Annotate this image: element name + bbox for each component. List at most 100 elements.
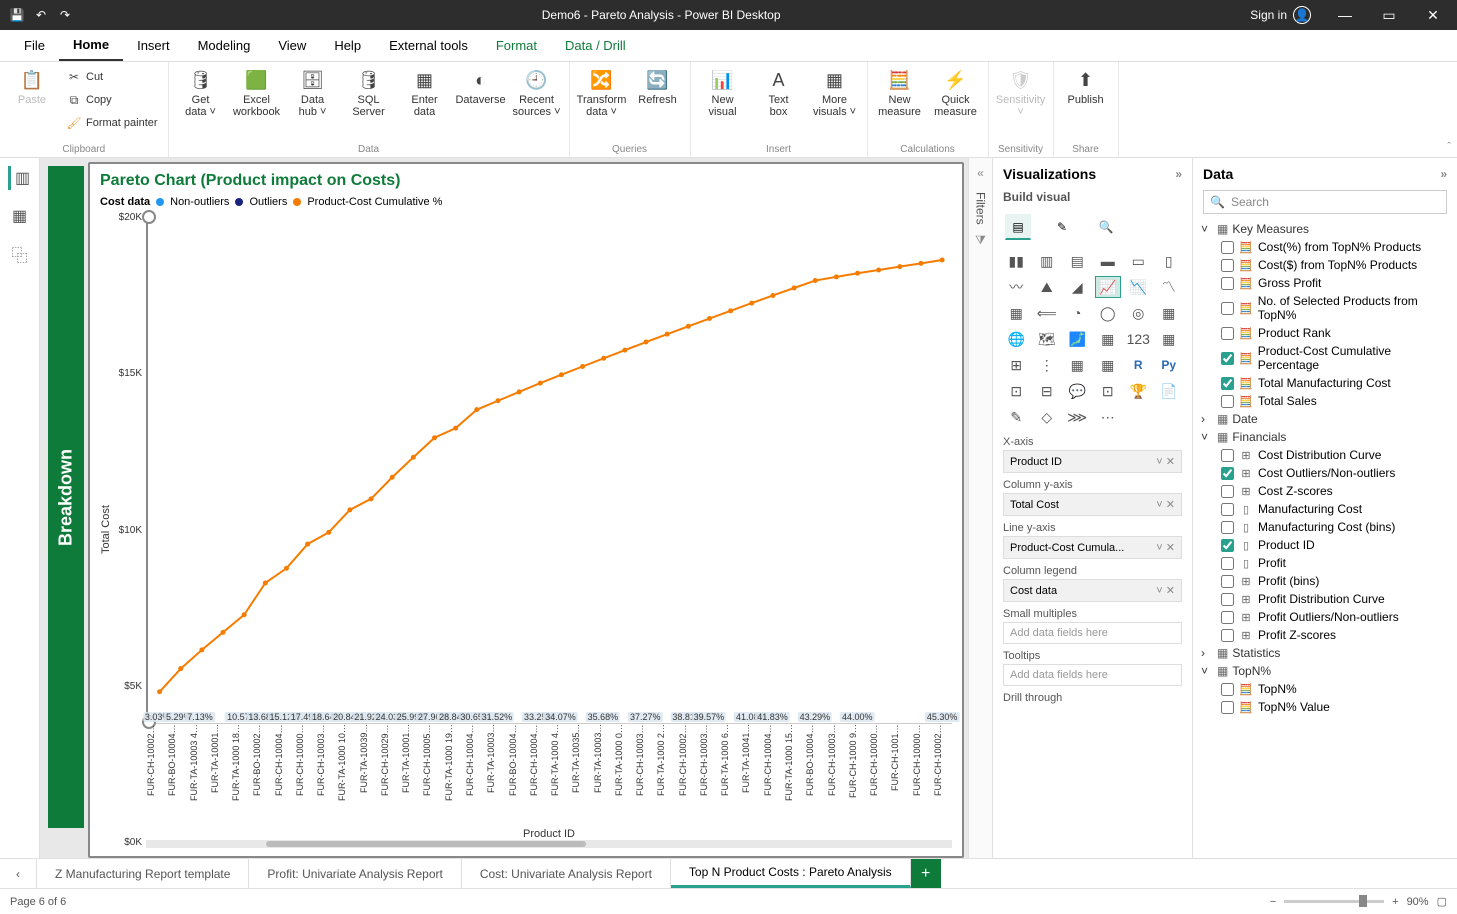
- viz-type-38[interactable]: ⋙: [1064, 406, 1091, 428]
- tree-group-topn-[interactable]: ˅▦TopN%: [1199, 662, 1453, 680]
- horizontal-scrollbar[interactable]: [146, 840, 952, 848]
- pareto-chart-visual[interactable]: Pareto Chart (Product impact on Costs) C…: [88, 162, 964, 858]
- viz-type-26[interactable]: ▦: [1064, 354, 1091, 376]
- tree-group-key-measures[interactable]: ˅▦Key Measures: [1199, 220, 1453, 238]
- tree-group-date[interactable]: ›▦Date: [1199, 410, 1453, 428]
- minimize-button[interactable]: —: [1325, 0, 1365, 30]
- zoom-in-icon[interactable]: +: [1392, 896, 1398, 908]
- zoom-out-icon[interactable]: −: [1270, 896, 1276, 908]
- tree-field-product-id[interactable]: ▯Product ID: [1199, 536, 1453, 554]
- sql-server-button[interactable]: 🛢SQL Server: [343, 66, 395, 142]
- zoom-control[interactable]: − + 90% ▢: [1270, 895, 1447, 908]
- tree-field-product-rank[interactable]: 🧮Product Rank: [1199, 324, 1453, 342]
- tree-field-cost-z-scores[interactable]: ⊞Cost Z-scores: [1199, 482, 1453, 500]
- viz-type-2[interactable]: ▤: [1064, 250, 1091, 272]
- tree-field-profit-outliers-non-outliers[interactable]: ⊞Profit Outliers/Non-outliers: [1199, 608, 1453, 626]
- tree-field-product-cost-cumulative-percentage[interactable]: 🧮Product-Cost Cumulative Percentage: [1199, 342, 1453, 374]
- viz-type-32[interactable]: 💬: [1064, 380, 1091, 402]
- menu-help[interactable]: Help: [320, 30, 375, 61]
- viz-type-30[interactable]: ⊡: [1003, 380, 1030, 402]
- prev-page-button[interactable]: ‹: [0, 859, 37, 888]
- viz-type-9[interactable]: 📈: [1095, 276, 1122, 298]
- page-tab-0[interactable]: Z Manufacturing Report template: [37, 859, 249, 888]
- viz-type-22[interactable]: 123: [1125, 328, 1152, 350]
- viz-type-18[interactable]: 🌐: [1003, 328, 1030, 350]
- page-tab-1[interactable]: Profit: Univariate Analysis Report: [249, 859, 461, 888]
- viz-type-3[interactable]: ▬: [1095, 250, 1122, 272]
- menu-home[interactable]: Home: [59, 30, 123, 61]
- viz-type-19[interactable]: 🗺: [1034, 328, 1061, 350]
- tree-group-financials[interactable]: ˅▦Financials: [1199, 428, 1453, 446]
- viz-type-36[interactable]: ✎: [1003, 406, 1030, 428]
- viz-type-20[interactable]: 🗾: [1064, 328, 1091, 350]
- format-visual-tab[interactable]: ✎: [1049, 214, 1075, 240]
- tree-field-cost-distribution-curve[interactable]: ⊞Cost Distribution Curve: [1199, 446, 1453, 464]
- viz-type-15[interactable]: ◯: [1095, 302, 1122, 324]
- tree-field-total-manufacturing-cost[interactable]: 🧮Total Manufacturing Cost: [1199, 374, 1453, 392]
- tree-field-profit[interactable]: ▯Profit: [1199, 554, 1453, 572]
- enter-data-button[interactable]: ▦Enter data: [399, 66, 451, 142]
- get-data-button[interactable]: 🛢Get data ˅: [175, 66, 227, 142]
- data-hub-button[interactable]: 🗄Data hub ˅: [287, 66, 339, 142]
- maximize-button[interactable]: ▭: [1369, 0, 1409, 30]
- viz-type-11[interactable]: 〽: [1156, 276, 1183, 298]
- text-box-button[interactable]: AText box: [753, 66, 805, 142]
- viz-type-7[interactable]: ⛰: [1034, 276, 1061, 298]
- viz-type-1[interactable]: ▥: [1034, 250, 1061, 272]
- tree-field-manufacturing-cost-bins-[interactable]: ▯Manufacturing Cost (bins): [1199, 518, 1453, 536]
- model-view-icon[interactable]: ⿻: [8, 242, 32, 266]
- viz-type-17[interactable]: ▦: [1156, 302, 1183, 324]
- viz-type-12[interactable]: ▦: [1003, 302, 1030, 324]
- tree-field-topn-[interactable]: 🧮TopN%: [1199, 680, 1453, 698]
- well-column-y-axis[interactable]: Total Cost˅ ✕: [1003, 493, 1182, 516]
- close-button[interactable]: ✕: [1413, 0, 1453, 30]
- viz-type-23[interactable]: ▦: [1156, 328, 1183, 350]
- more-visuals-button[interactable]: ▦More visuals ˅: [809, 66, 861, 142]
- viz-type-39[interactable]: ⋯: [1095, 406, 1122, 428]
- viz-type-0[interactable]: ▮▮: [1003, 250, 1030, 272]
- undo-icon[interactable]: ↶: [30, 4, 52, 26]
- viz-type-24[interactable]: ⊞: [1003, 354, 1030, 376]
- refresh-button[interactable]: 🔄Refresh: [632, 66, 684, 142]
- publish-button[interactable]: ⬆Publish: [1060, 66, 1112, 142]
- menu-format[interactable]: Format: [482, 30, 551, 61]
- menu-data-drill[interactable]: Data / Drill: [551, 30, 640, 61]
- viz-type-16[interactable]: ◎: [1125, 302, 1152, 324]
- well-tooltips[interactable]: Add data fields here: [1003, 664, 1182, 686]
- dataverse-button[interactable]: ◐Dataverse: [455, 66, 507, 142]
- tree-field-total-sales[interactable]: 🧮Total Sales: [1199, 392, 1453, 410]
- well-column-legend[interactable]: Cost data˅ ✕: [1003, 579, 1182, 602]
- menu-external-tools[interactable]: External tools: [375, 30, 482, 61]
- search-input[interactable]: 🔍Search: [1203, 190, 1447, 214]
- tree-group-statistics[interactable]: ›▦Statistics: [1199, 644, 1453, 662]
- new-visual-button[interactable]: 📊New visual: [697, 66, 749, 142]
- well-x-axis[interactable]: Product ID˅ ✕: [1003, 450, 1182, 473]
- quick-measure-button[interactable]: ⚡Quick measure: [930, 66, 982, 142]
- viz-type-21[interactable]: ▦: [1095, 328, 1122, 350]
- tree-field-cost-outliers-non-outliers[interactable]: ⊞Cost Outliers/Non-outliers: [1199, 464, 1453, 482]
- viz-type-27[interactable]: ▦: [1095, 354, 1122, 376]
- transform-data-button[interactable]: 🔀Transform data ˅: [576, 66, 628, 142]
- viz-type-29[interactable]: Py: [1156, 354, 1183, 376]
- menu-file[interactable]: File: [10, 30, 59, 61]
- copy-button[interactable]: ⧉Copy: [62, 89, 162, 111]
- tree-field-cost-from-topn-products[interactable]: 🧮Cost($) from TopN% Products: [1199, 256, 1453, 274]
- tree-field-manufacturing-cost[interactable]: ▯Manufacturing Cost: [1199, 500, 1453, 518]
- viz-type-14[interactable]: ◔: [1064, 302, 1091, 324]
- bookmark-breakdown[interactable]: Breakdown: [48, 166, 84, 828]
- tree-field-cost-from-topn-products[interactable]: 🧮Cost(%) from TopN% Products: [1199, 238, 1453, 256]
- viz-type-6[interactable]: 〰: [1003, 276, 1030, 298]
- viz-type-34[interactable]: 🏆: [1125, 380, 1152, 402]
- page-tab-3[interactable]: Top N Product Costs : Pareto Analysis: [671, 859, 911, 888]
- well-small-multiples[interactable]: Add data fields here: [1003, 622, 1182, 644]
- viz-type-28[interactable]: R: [1125, 354, 1152, 376]
- viz-type-35[interactable]: 📄: [1156, 380, 1183, 402]
- tree-field-profit-z-scores[interactable]: ⊞Profit Z-scores: [1199, 626, 1453, 644]
- viz-type-13[interactable]: ⟸: [1034, 302, 1061, 324]
- add-page-button[interactable]: +: [911, 859, 941, 888]
- cut-button[interactable]: ✂Cut: [62, 66, 162, 88]
- well-line-y-axis[interactable]: Product-Cost Cumula...˅ ✕: [1003, 536, 1182, 559]
- save-icon[interactable]: 💾: [6, 4, 28, 26]
- tree-field-profit-bins-[interactable]: ⊞Profit (bins): [1199, 572, 1453, 590]
- tree-field-no-of-selected-products-from-topn-[interactable]: 🧮No. of Selected Products from TopN%: [1199, 292, 1453, 324]
